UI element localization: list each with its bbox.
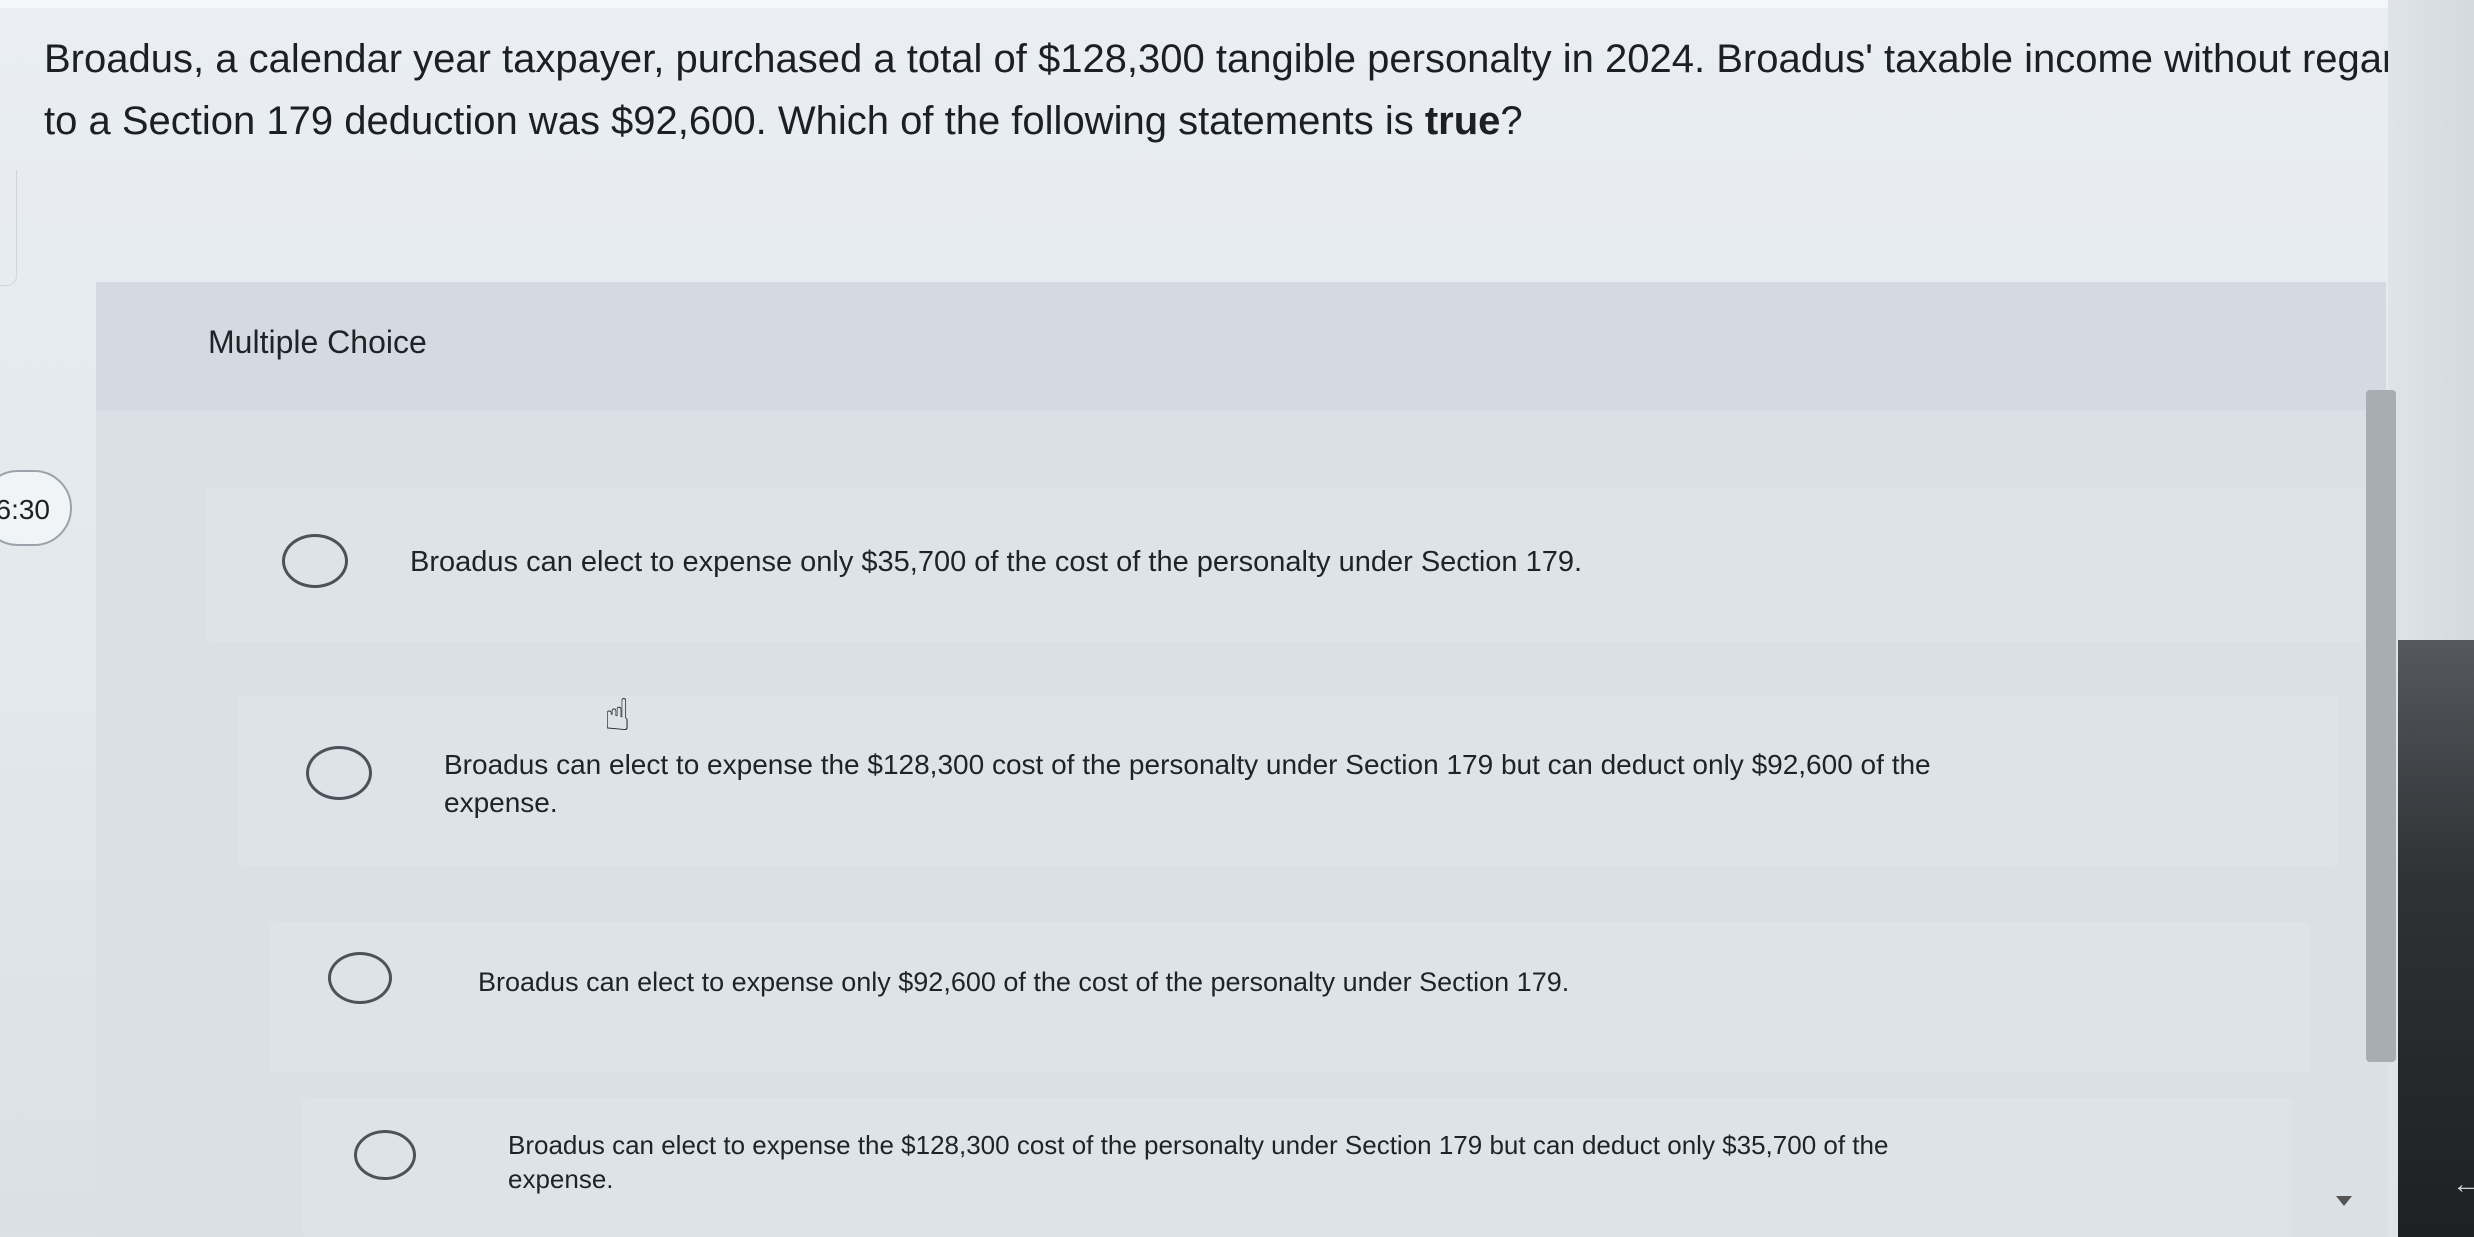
radio-button-3[interactable]: [328, 952, 392, 1004]
choice-option-1[interactable]: Broadus can elect to expense only $35,70…: [206, 488, 2366, 642]
window-edge: [2398, 640, 2474, 1237]
hand-pointer-icon: ☝: [604, 691, 631, 740]
timer-value: 6:30: [0, 494, 50, 525]
radio-button-1[interactable]: [282, 534, 348, 588]
radio-button-4[interactable]: [354, 1130, 416, 1180]
choice-text-2: Broadus can elect to expense the $128,30…: [444, 749, 1931, 818]
radio-button-2[interactable]: [306, 746, 372, 800]
multiple-choice-panel: Multiple Choice Broadus can elect to exp…: [96, 282, 2386, 1237]
choice-option-4[interactable]: Broadus can elect to expense the $128,30…: [302, 1098, 2292, 1237]
choice-text-3: Broadus can elect to expense only $92,60…: [478, 967, 1570, 997]
top-strip: [0, 0, 2474, 8]
multiple-choice-label: Multiple Choice: [208, 324, 427, 360]
choice-text-4: Broadus can elect to expense the $128,30…: [508, 1130, 1889, 1194]
question-text: Broadus, a calendar year taxpayer, purch…: [44, 28, 2424, 152]
question-text-end: ?: [1500, 99, 1523, 143]
multiple-choice-header: Multiple Choice: [96, 282, 2386, 410]
choice-option-2[interactable]: Broadus can elect to expense the $128,30…: [238, 696, 2338, 866]
question-emphasis: true: [1424, 99, 1501, 143]
choice-option-3[interactable]: Broadus can elect to expense only $92,60…: [270, 922, 2310, 1072]
back-arrow-icon[interactable]: ←: [2452, 1168, 2474, 1200]
choice-text-1: Broadus can elect to expense only $35,70…: [410, 546, 1583, 578]
timer-badge[interactable]: 6:30: [0, 470, 72, 546]
scrollbar-thumb[interactable]: [2366, 390, 2396, 1062]
scroll-down-arrow-icon[interactable]: [2336, 1196, 2352, 1206]
question-text-main: Broadus, a calendar year taxpayer, purch…: [44, 37, 2418, 143]
side-panel-edge: [0, 170, 17, 286]
